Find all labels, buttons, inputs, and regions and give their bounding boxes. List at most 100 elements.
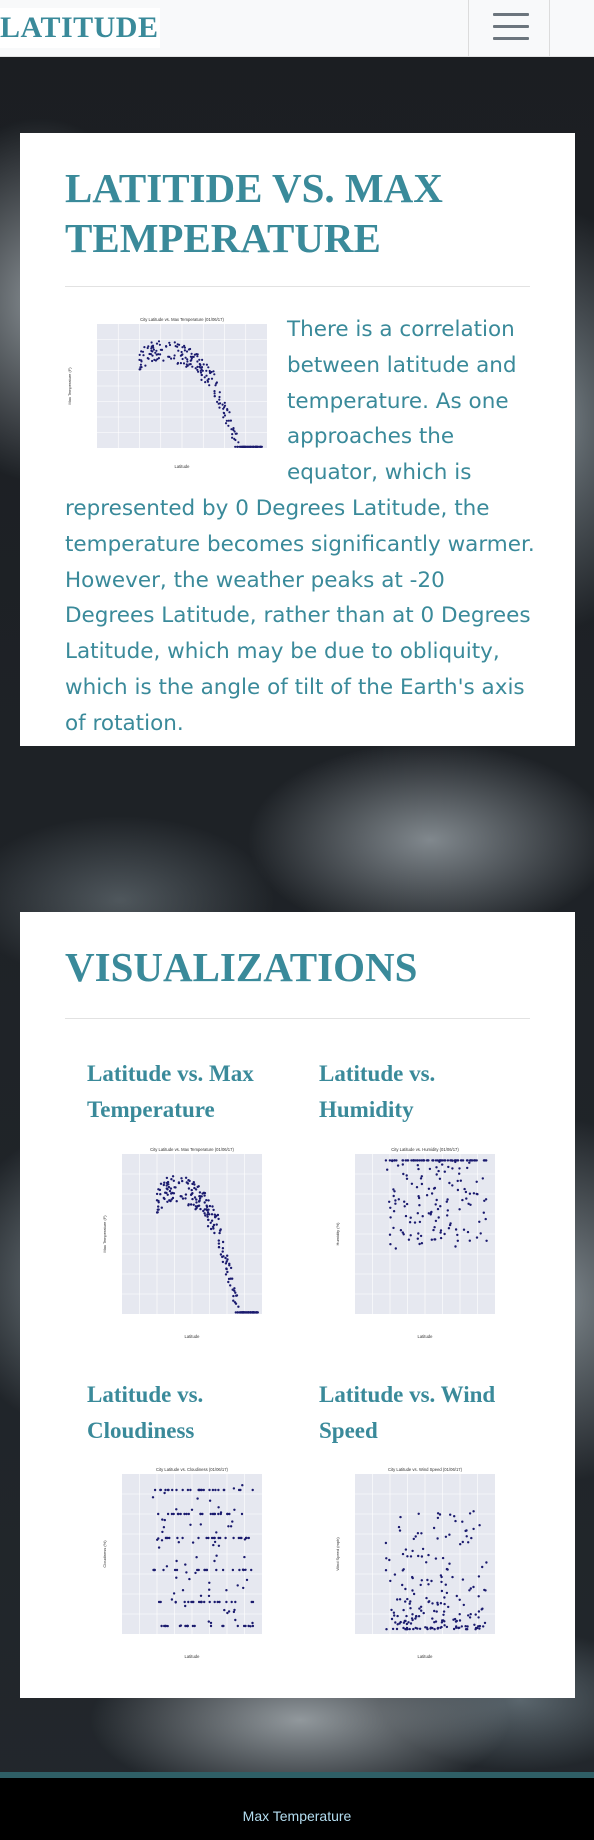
scatter-point bbox=[454, 1620, 458, 1623]
scatter-point bbox=[189, 1523, 192, 1526]
scatter-point bbox=[246, 445, 249, 448]
scatter-point bbox=[140, 360, 143, 363]
scatter-point bbox=[185, 1512, 188, 1516]
scatter-point bbox=[445, 1625, 449, 1629]
scatter-point bbox=[430, 1210, 433, 1214]
scatter-point bbox=[467, 1614, 470, 1617]
scatter-point bbox=[221, 1568, 225, 1572]
scatter-point bbox=[181, 357, 184, 361]
scatter-point bbox=[203, 1600, 206, 1604]
scatter-point bbox=[160, 348, 164, 351]
scatter-point bbox=[189, 359, 192, 362]
scatter-point bbox=[199, 1512, 202, 1516]
scatter-point bbox=[469, 1159, 472, 1162]
visualizations-title: VISUALIZATIONS bbox=[65, 944, 418, 990]
scatter-point bbox=[222, 1488, 225, 1492]
scatter-point bbox=[159, 1182, 163, 1185]
scatter-point bbox=[138, 353, 141, 356]
max-temperature-thumbnail[interactable]: City Latitude vs. Max Temperature (01/06… bbox=[65, 312, 275, 472]
scatter-point bbox=[481, 1607, 484, 1610]
scatter-point bbox=[191, 1541, 195, 1544]
scatter-point bbox=[419, 1234, 423, 1238]
scatter-point bbox=[204, 1214, 207, 1217]
scatter-point bbox=[420, 1555, 424, 1558]
scatter-point bbox=[402, 1568, 405, 1571]
scatter-point bbox=[231, 1520, 234, 1523]
scatter-point bbox=[473, 1623, 476, 1626]
scatter-point bbox=[168, 1189, 172, 1193]
scatter-point bbox=[219, 1536, 222, 1540]
scatter-point bbox=[209, 1227, 213, 1231]
scatter-point bbox=[235, 432, 238, 435]
scatter-point bbox=[179, 362, 182, 365]
scatter-point bbox=[193, 353, 196, 356]
plot-title: City Latitude vs. Max Temperature (01/06… bbox=[140, 317, 224, 322]
scatter-point bbox=[449, 1513, 452, 1516]
scatter-point bbox=[412, 1627, 415, 1631]
scatter-point bbox=[195, 1556, 198, 1559]
scatter-point bbox=[405, 1177, 409, 1180]
scatter-point bbox=[176, 1536, 179, 1540]
scatter-point bbox=[171, 1175, 175, 1178]
scatter-point bbox=[485, 1159, 488, 1162]
scatter-point bbox=[251, 1488, 254, 1492]
scatter-point bbox=[184, 1197, 187, 1200]
scatter-point bbox=[230, 428, 233, 431]
scatter-point bbox=[416, 1532, 420, 1535]
scatter-point bbox=[436, 1537, 439, 1540]
scatter-point bbox=[208, 1600, 211, 1604]
scatter-point bbox=[233, 1508, 236, 1511]
scatter-point bbox=[147, 357, 150, 360]
scatter-point bbox=[411, 1575, 414, 1579]
scatter-point bbox=[229, 1284, 232, 1287]
scatter-point bbox=[142, 354, 145, 357]
scatter-point bbox=[440, 1589, 444, 1593]
scatter-point bbox=[237, 1305, 240, 1308]
scatter-point bbox=[231, 1568, 235, 1572]
scatter-point bbox=[179, 354, 182, 357]
scatter-point bbox=[395, 1627, 399, 1631]
scatter-point bbox=[401, 1159, 404, 1162]
scatter-point bbox=[403, 1200, 406, 1203]
scatter-point bbox=[458, 1167, 461, 1170]
scatter-point bbox=[209, 1512, 212, 1516]
scatter-point bbox=[160, 1539, 164, 1542]
scatter-point bbox=[396, 1164, 400, 1167]
scatter-point bbox=[233, 1608, 236, 1612]
scatter-point bbox=[205, 1199, 208, 1202]
scatter-point bbox=[190, 357, 193, 360]
max-temperature-plot[interactable]: City Latitude vs. Max Temperature (01/06… bbox=[100, 1142, 270, 1342]
scatter-point bbox=[166, 1180, 170, 1184]
wind-speed-plot[interactable]: City Latitude vs. Wind Speed (01/06/17) L… bbox=[333, 1462, 503, 1662]
scatter-point bbox=[193, 1196, 197, 1199]
scatter-point bbox=[215, 381, 218, 384]
scatter-point bbox=[393, 1159, 396, 1162]
scatter-point bbox=[193, 1186, 196, 1190]
cloudiness-plot[interactable]: City Latitude vs. Cloudiness (01/06/17) L… bbox=[100, 1462, 270, 1662]
scatter-point bbox=[234, 1600, 237, 1604]
scatter-point bbox=[139, 368, 142, 371]
scatter-point bbox=[465, 1535, 468, 1538]
scatter-point bbox=[408, 1627, 411, 1631]
scatter-point bbox=[420, 1609, 423, 1612]
scatter-point bbox=[245, 1578, 249, 1582]
scatter-point bbox=[212, 1208, 215, 1212]
scatter-point bbox=[196, 360, 199, 363]
scatter-point bbox=[213, 395, 216, 398]
hamburger-menu-icon[interactable] bbox=[468, 0, 550, 56]
scatter-point bbox=[391, 1159, 394, 1163]
scatter-point bbox=[424, 1626, 427, 1629]
scatter-point bbox=[189, 1488, 192, 1492]
brand-logo[interactable]: LATITUDE bbox=[0, 8, 161, 48]
scatter-point bbox=[173, 341, 176, 344]
humidity-plot[interactable]: City Latitude vs. Humidity (01/06/17) Lat… bbox=[333, 1142, 503, 1342]
scatter-point bbox=[174, 345, 177, 348]
scatter-point bbox=[418, 1204, 421, 1207]
scatter-point bbox=[458, 1172, 461, 1175]
scatter-point bbox=[228, 1262, 231, 1265]
scatter-point bbox=[227, 1280, 230, 1284]
scatter-point bbox=[416, 1164, 419, 1167]
scatter-point bbox=[157, 1205, 160, 1208]
scatter-point bbox=[141, 350, 145, 353]
scatter-point bbox=[482, 1625, 485, 1628]
